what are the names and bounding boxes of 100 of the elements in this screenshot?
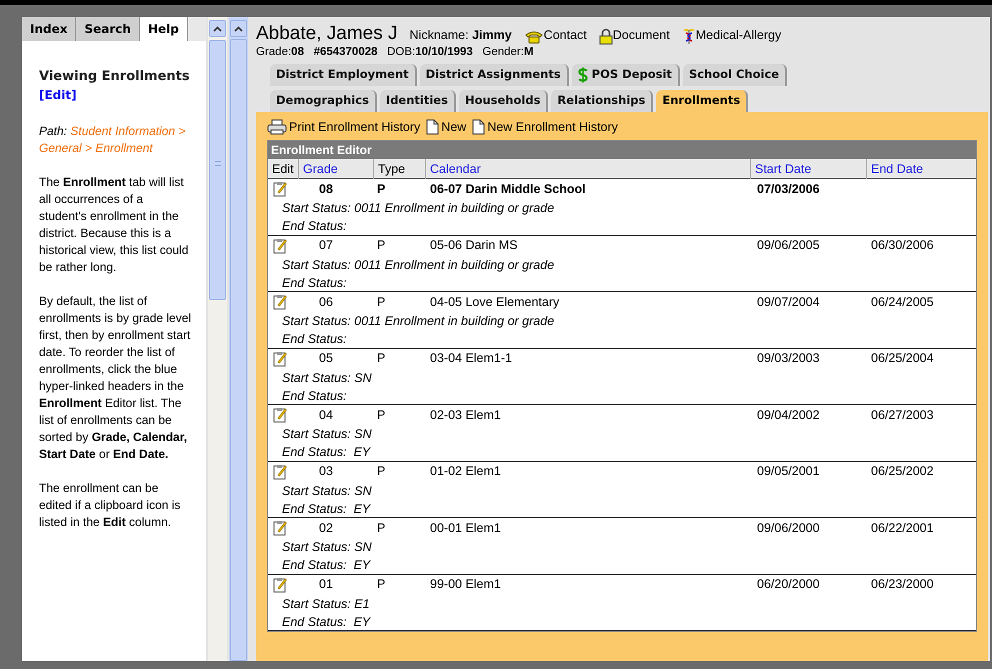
help-paragraph: The enrollment can be edited if a clipboard icon is listed in the Edit column.	[39, 480, 182, 531]
toolbar-link[interactable]: Print Enrollment History	[267, 118, 420, 136]
end-date-cell-text: 06/30/2006	[870, 237, 935, 254]
grade-cell-text: 06	[318, 294, 334, 311]
scroll-up-button[interactable]	[230, 20, 247, 37]
end-date-cell-text: 06/27/2003	[870, 406, 935, 424]
end-date-cell-text: 06/25/2004	[870, 350, 935, 368]
calendar-cell-text: 00-01 Elem1	[429, 520, 502, 537]
edit-link[interactable]: [Edit]	[39, 88, 77, 102]
scroll-up-button[interactable]	[209, 20, 226, 37]
caret-up-icon	[234, 26, 243, 32]
tab[interactable]: POS Deposit	[572, 64, 680, 86]
student-name: Abbate, James J	[256, 23, 398, 45]
breadcrumb-path: Path: Student Information > General > Enrollment	[39, 123, 186, 157]
clipboard-icon[interactable]	[273, 238, 287, 254]
end-status: End Status: EY	[281, 557, 372, 574]
padlock-icon	[598, 28, 613, 45]
start-date-cell-text: 06/20/2000	[756, 576, 821, 594]
grade-cell-text: 07	[318, 237, 334, 254]
start-status: Start Status: 0011 Enrollment in building or grade	[281, 313, 556, 330]
end-date-cell-text: 06/24/2005	[870, 294, 935, 311]
tab[interactable]: Search	[76, 17, 140, 41]
printer-icon	[267, 119, 287, 135]
caduceus-icon	[682, 27, 696, 45]
scroll-thumb[interactable]	[209, 40, 226, 300]
column-header: Edit	[271, 161, 295, 178]
calendar-cell-text: 04-05 Love Elementary	[429, 294, 560, 311]
grade-cell-text: 04	[318, 406, 334, 424]
tab[interactable]: Households	[458, 90, 548, 112]
dollar-icon	[578, 67, 588, 83]
type-cell-text: P	[376, 237, 386, 254]
clipboard-icon[interactable]	[273, 181, 287, 197]
calendar-cell-text: 03-04 Elem1-1	[429, 350, 513, 368]
grade-cell-text: 08	[318, 180, 334, 198]
help-title: Viewing Enrollments	[39, 69, 190, 84]
scroll-thumb[interactable]	[230, 39, 247, 661]
header-link[interactable]: Medical-Allergy	[682, 26, 782, 45]
start-status: Start Status: 0011 Enrollment in building or grade	[281, 200, 556, 217]
type-cell-text: P	[376, 520, 386, 537]
clipboard-icon[interactable]	[273, 464, 287, 480]
type-cell-text: P	[376, 463, 386, 480]
clipboard-icon[interactable]	[273, 576, 287, 592]
end-status: End Status:	[281, 331, 348, 348]
type-cell-text: P	[376, 406, 386, 424]
scrollbar[interactable]	[208, 17, 227, 661]
start-date-cell-text: 09/07/2004	[756, 294, 821, 311]
end-status: End Status:	[281, 388, 348, 404]
start-status: Start Status: SN	[281, 539, 373, 556]
tab[interactable]: Relationships	[551, 90, 654, 112]
toolbar-link[interactable]: New Enrollment History	[472, 118, 618, 136]
type-cell-text: P	[376, 180, 386, 198]
tab[interactable]: Help	[140, 17, 188, 41]
telephone-icon	[524, 29, 544, 45]
end-status: End Status:	[281, 274, 348, 292]
header-link[interactable]: Document	[598, 26, 670, 45]
tab[interactable]: Identities	[380, 90, 456, 112]
student-details: Grade:08 #654370028 DOB:10/10/1993 Gender:M	[256, 45, 535, 60]
help-paragraph: By default, the list of enrollments is by grade level first, then by enrollment start date. To reorder the list of enrollments, click the blue hyper-linked headers in the Enrollment Editor list. The list of enrollments can be sorted by Grade, Calendar, Start Date or End Date.	[39, 293, 192, 463]
start-date-cell-text: 09/05/2001	[756, 463, 821, 480]
nickname: Nickname: Jimmy	[410, 27, 512, 44]
calendar-cell-text: 99-00 Elem1	[429, 576, 502, 594]
start-date-cell-text: 09/03/2003	[756, 350, 821, 368]
end-date-cell-text: 06/22/2001	[870, 520, 935, 537]
calendar-cell-text: 06-07 Darin Middle School	[429, 180, 587, 198]
help-paragraph: The Enrollment tab will list all occurrences of a student's enrollment in the district. Because this is a historical view, this list could be rather long.	[39, 174, 190, 276]
tab[interactable]: School Choice	[682, 64, 788, 86]
tab[interactable]: Enrollments	[656, 90, 748, 112]
start-date-cell-text: 09/06/2000	[756, 520, 821, 537]
calendar-cell-text: 02-03 Elem1	[429, 406, 502, 424]
start-status: Start Status: E1	[281, 596, 371, 612]
calendar-cell-text: 05-06 Darin MS	[429, 237, 519, 254]
end-status: End Status: EY	[281, 444, 372, 461]
column-header[interactable]: Start Date	[750, 159, 866, 179]
end-date-cell-text: 06/25/2002	[870, 463, 935, 480]
editor-title: Enrollment Editor	[268, 141, 976, 159]
grade-cell-text: 02	[318, 520, 334, 537]
tab[interactable]: Demographics	[270, 90, 377, 112]
tab[interactable]: District Assignments	[420, 64, 569, 86]
toolbar-link[interactable]: New	[426, 118, 466, 136]
header-link[interactable]: Contact	[524, 26, 587, 45]
type-cell-text: P	[376, 294, 386, 311]
clipboard-icon[interactable]	[273, 294, 287, 310]
column-header[interactable]: Grade	[298, 159, 373, 179]
tab[interactable]: Index	[22, 17, 76, 41]
start-date-cell-text: 07/03/2006	[756, 180, 821, 198]
start-status: Start Status: SN	[281, 482, 373, 500]
start-status: Start Status: 0011 Enrollment in building or grade	[281, 256, 556, 274]
clipboard-icon[interactable]	[273, 407, 287, 423]
end-status: End Status: EY	[281, 500, 372, 518]
column-header[interactable]: End Date	[866, 159, 976, 179]
document-icon	[426, 119, 440, 135]
end-date-cell-text: 06/23/2000	[870, 576, 935, 594]
end-status: End Status:	[281, 218, 348, 235]
start-date-cell-text: 09/06/2005	[756, 237, 821, 254]
clipboard-icon[interactable]	[273, 350, 287, 366]
grade-cell-text: 01	[318, 576, 334, 594]
calendar-cell-text: 01-02 Elem1	[429, 463, 502, 480]
tab[interactable]: District Employment	[270, 64, 417, 86]
column-header[interactable]: Calendar	[425, 159, 750, 179]
clipboard-icon[interactable]	[273, 520, 287, 536]
